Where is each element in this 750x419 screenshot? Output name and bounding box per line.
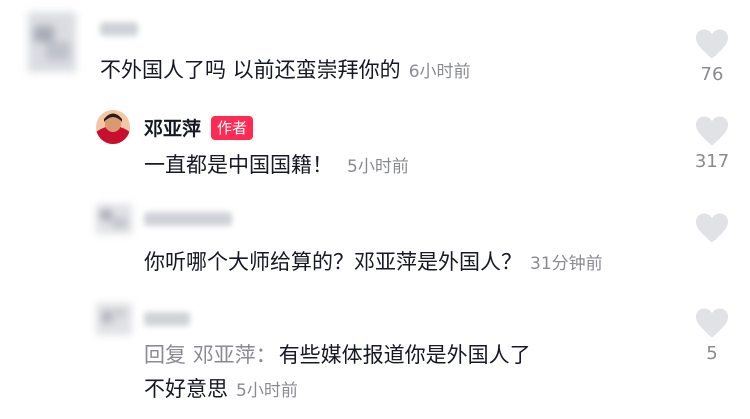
author-header: 邓亚萍 作者 (144, 114, 254, 141)
heart-icon[interactable] (694, 307, 730, 339)
like-button[interactable]: 76 (682, 28, 742, 85)
reply-text-line1: 有些媒体报道你是外国人了 (278, 343, 531, 367)
author-avatar[interactable] (96, 110, 130, 144)
heart-icon[interactable] (694, 115, 730, 147)
comment-text: 回复 邓亚萍：有些媒体报道你是外国人了 (144, 341, 531, 369)
heart-icon[interactable] (694, 212, 730, 244)
comment-time: 5小时前 (236, 381, 298, 401)
heart-icon[interactable] (694, 28, 730, 60)
comment-2: 邓亚萍 作者 一直都是中国国籍！ 5小时前 317 (0, 100, 750, 195)
like-button[interactable] (682, 212, 742, 244)
comment-1: 不外国人了吗 以前还蛮崇拜你的 6小时前 76 (0, 0, 750, 100)
username-blurred[interactable] (100, 22, 138, 36)
like-button[interactable]: 5 (682, 307, 742, 364)
author-badge: 作者 (211, 116, 254, 140)
comment-text: 你听哪个大师给算的？邓亚萍是外国人？ 31分钟前 (144, 250, 603, 274)
comment-4: 回复 邓亚萍：有些媒体报道你是外国人了 不好意思 5小时前 5 (0, 295, 750, 419)
avatar-blurred[interactable] (28, 12, 76, 72)
username-blurred[interactable] (144, 212, 232, 226)
comment-time: 6小时前 (408, 62, 471, 82)
author-name[interactable]: 邓亚萍 (144, 118, 201, 140)
comment-text-line2: 不好意思 5小时前 (144, 377, 298, 401)
comment-text: 不外国人了吗 以前还蛮崇拜你的 6小时前 (100, 58, 471, 82)
comment-time: 31分钟前 (530, 254, 603, 274)
reply-prefix: 回复 (144, 343, 186, 367)
avatar-blurred[interactable] (96, 303, 132, 335)
like-count: 5 (706, 343, 718, 364)
like-button[interactable]: 317 (682, 115, 742, 172)
like-count: 317 (694, 151, 730, 172)
comment-time: 5小时前 (347, 157, 409, 177)
avatar-blurred[interactable] (96, 204, 132, 234)
like-count: 76 (700, 64, 724, 85)
username-blurred[interactable] (144, 312, 190, 326)
comment-text: 一直都是中国国籍！ 5小时前 (144, 153, 409, 177)
comment-3: 你听哪个大师给算的？邓亚萍是外国人？ 31分钟前 (0, 200, 750, 290)
reply-to-name[interactable]: 邓亚萍： (193, 343, 277, 367)
